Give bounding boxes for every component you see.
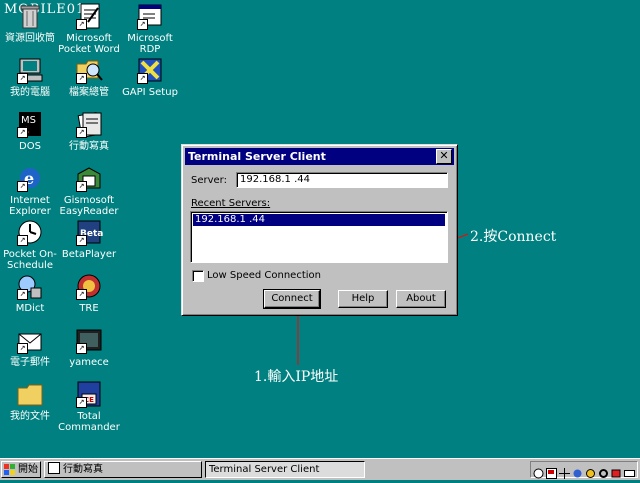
battery-icon[interactable] xyxy=(611,464,622,478)
recent-servers-list[interactable]: 192.168.1 .44 xyxy=(190,211,448,263)
low-speed-checkbox[interactable] xyxy=(192,270,204,282)
system-tray xyxy=(530,461,638,479)
annotation-step1: 1.輸入IP地址 xyxy=(254,369,339,385)
close-button[interactable]: ✕ xyxy=(436,149,452,164)
terminal-server-client-dialog: Terminal Server Client ✕ Server: 192.168… xyxy=(181,144,458,316)
windows-logo-icon xyxy=(4,464,15,475)
start-button[interactable]: 開始 xyxy=(1,461,41,478)
connect-button[interactable]: Connect xyxy=(263,289,321,309)
close-icon: ✕ xyxy=(439,149,449,162)
move-icon[interactable] xyxy=(559,464,570,479)
taskbar: 開始 行動寫真 Terminal Server Client xyxy=(0,458,640,480)
annotation-step2: 2.按Connect xyxy=(470,229,557,245)
recent-servers-label: Recent Servers: xyxy=(191,198,271,209)
server-input[interactable]: 192.168.1 .44 xyxy=(236,172,448,188)
low-speed-label: Low Speed Connection xyxy=(207,270,321,281)
taskbar-task-mobile-photo[interactable]: 行動寫真 xyxy=(44,461,202,478)
server-label: Server: xyxy=(191,175,227,186)
task-label: 行動寫真 xyxy=(63,464,103,475)
window-icon[interactable] xyxy=(546,464,557,479)
dialog-titlebar[interactable]: Terminal Server Client ✕ xyxy=(185,148,454,165)
network-icon[interactable] xyxy=(572,464,583,478)
settings-icon[interactable] xyxy=(598,464,609,478)
taskbar-task-terminal-server-client[interactable]: Terminal Server Client xyxy=(205,461,365,478)
dialog-title: Terminal Server Client xyxy=(188,150,326,163)
about-button[interactable]: About xyxy=(396,290,446,308)
wifi-icon[interactable] xyxy=(585,464,596,478)
task-label: Terminal Server Client xyxy=(209,464,320,475)
task-icon xyxy=(48,462,60,474)
desktop: MOBILE01 資源回收筒 ↗ 我的電腦 MS$ ↗ DOS e ↗ Inte… xyxy=(0,0,640,458)
help-button[interactable]: Help xyxy=(338,290,388,308)
start-label: 開始 xyxy=(18,464,38,475)
list-item[interactable]: 192.168.1 .44 xyxy=(193,214,445,226)
keyboard-icon[interactable] xyxy=(624,464,635,477)
clock-icon[interactable] xyxy=(533,464,544,479)
